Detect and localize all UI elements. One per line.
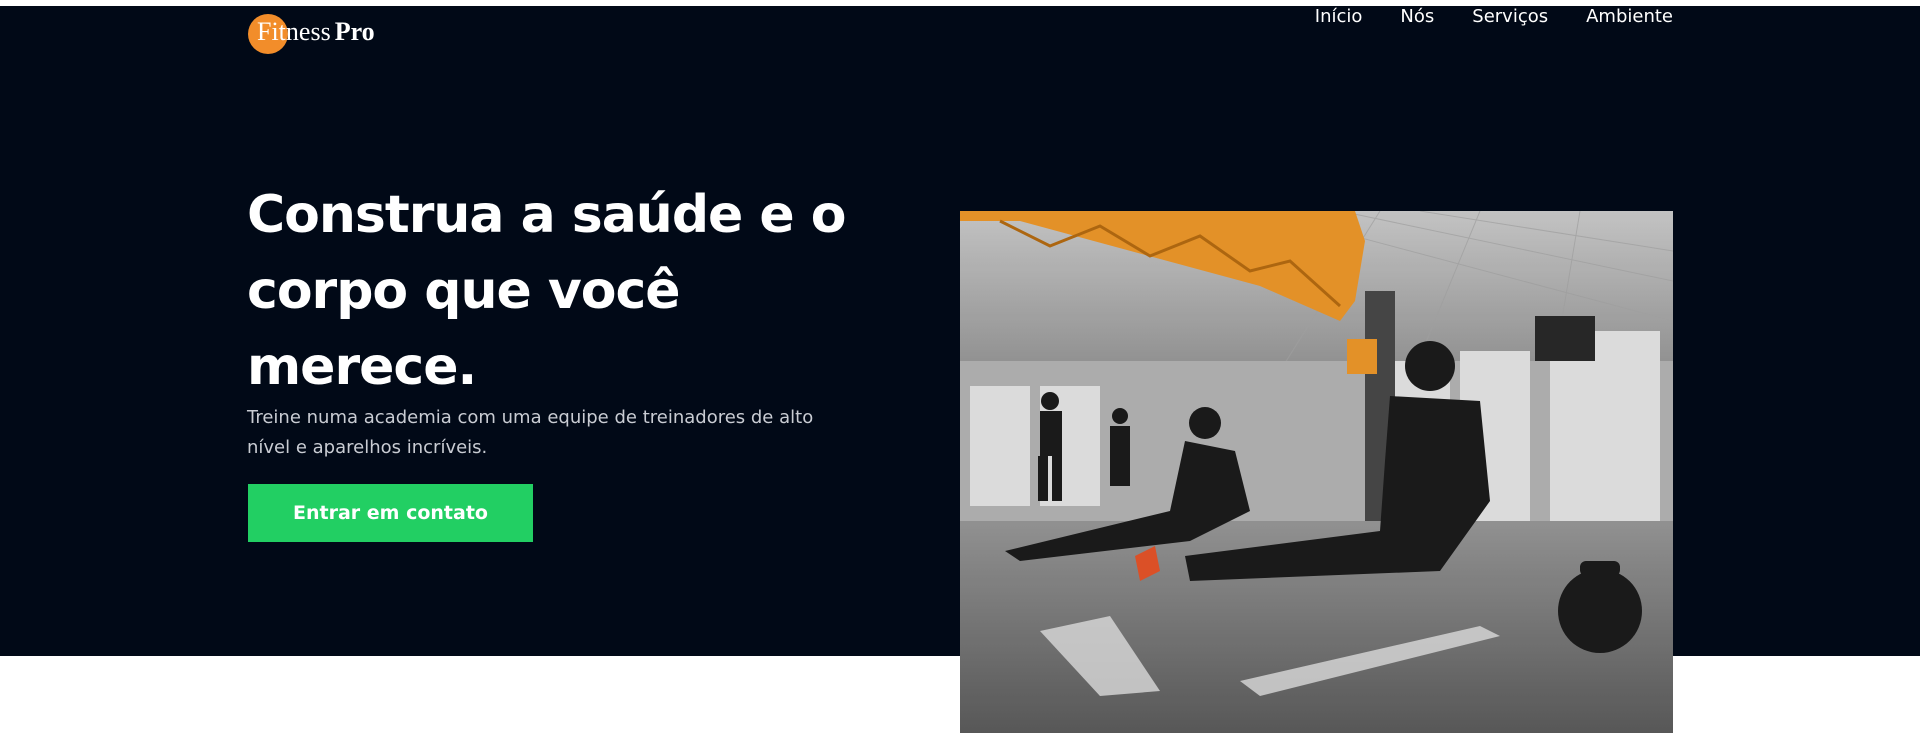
headline-line-1: Construa a saúde e o bbox=[247, 185, 847, 245]
hero-headline: Construa a saúde e o corpo que você mere… bbox=[247, 177, 847, 405]
contact-button[interactable]: Entrar em contato bbox=[248, 484, 533, 542]
nav-item-servicos[interactable]: Serviços bbox=[1472, 6, 1548, 28]
subtitle-line-2: nível e aparelhos incríveis. bbox=[247, 437, 488, 458]
headline-line-2: corpo que você bbox=[247, 261, 681, 321]
logo-text: Fitness Pro bbox=[248, 17, 375, 47]
nav-item-ambiente[interactable]: Ambiente bbox=[1586, 6, 1673, 28]
headline-line-3: merece. bbox=[247, 337, 477, 397]
logo[interactable]: Fitness Pro bbox=[248, 10, 375, 54]
hero-subtitle: Treine numa academia com uma equipe de t… bbox=[247, 403, 847, 463]
nav-item-nos[interactable]: Nós bbox=[1400, 6, 1434, 28]
logo-word-pro: Pro bbox=[334, 17, 375, 46]
logo-word-fitness: Fitness bbox=[257, 17, 331, 46]
gym-photo-illustration bbox=[960, 211, 1673, 733]
subtitle-line-1: Treine numa academia com uma equipe de t… bbox=[247, 407, 814, 428]
nav-item-inicio[interactable]: Início bbox=[1315, 6, 1363, 28]
main-nav: Início Nós Serviços Ambiente bbox=[1315, 6, 1673, 28]
gym-photo bbox=[960, 211, 1673, 733]
